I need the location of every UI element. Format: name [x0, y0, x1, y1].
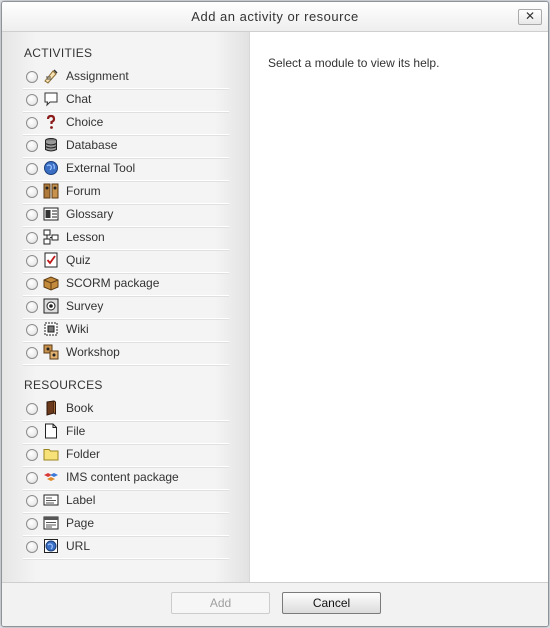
- activities-heading: ACTIVITIES: [24, 46, 93, 60]
- ims-content-package-icon: [43, 469, 59, 485]
- radio-button[interactable]: [26, 301, 38, 313]
- forum-icon: [43, 183, 59, 199]
- choice-icon: [43, 114, 59, 130]
- radio-button[interactable]: [26, 541, 38, 553]
- radio-button[interactable]: [26, 232, 38, 244]
- option-label: Wiki: [66, 322, 89, 336]
- help-pane: Select a module to view its help.: [250, 32, 548, 582]
- option-label: Book: [66, 401, 94, 415]
- radio-button[interactable]: [26, 163, 38, 175]
- add-button[interactable]: Add: [171, 592, 270, 614]
- option-wiki[interactable]: Wiki: [23, 319, 229, 342]
- database-icon: [43, 137, 59, 153]
- option-choice[interactable]: Choice: [23, 112, 229, 135]
- module-options-panel: ACTIVITIES Assignment Chat Choice Databa…: [2, 32, 250, 582]
- add-activity-dialog: Add an activity or resource ✕ ACTIVITIES…: [1, 1, 549, 627]
- option-folder[interactable]: Folder: [23, 444, 229, 467]
- option-survey[interactable]: Survey: [23, 296, 229, 319]
- option-page[interactable]: Page: [23, 513, 229, 536]
- radio-button[interactable]: [26, 255, 38, 267]
- radio-button[interactable]: [26, 518, 38, 530]
- option-label: Lesson: [66, 230, 105, 244]
- radio-button[interactable]: [26, 71, 38, 83]
- scorm-package-icon: [43, 275, 59, 291]
- option-label: IMS content package: [66, 470, 179, 484]
- option-label: Quiz: [66, 253, 91, 267]
- radio-button[interactable]: [26, 209, 38, 221]
- option-label: Assignment: [66, 69, 129, 83]
- radio-button[interactable]: [26, 94, 38, 106]
- assignment-icon: [43, 68, 59, 84]
- option-label: URL: [66, 539, 91, 553]
- radio-button[interactable]: [26, 117, 38, 129]
- option-label: SCORM package: [66, 276, 160, 290]
- help-text: Select a module to view its help.: [268, 56, 440, 70]
- option-label: Folder: [66, 447, 101, 461]
- radio-button[interactable]: [26, 495, 38, 507]
- dialog-titlebar: Add an activity or resource ✕: [2, 2, 548, 32]
- option-url[interactable]: URL: [23, 536, 229, 559]
- option-label: Page: [66, 516, 95, 530]
- radio-button[interactable]: [26, 140, 38, 152]
- option-label: Survey: [66, 299, 104, 313]
- radio-button[interactable]: [26, 278, 38, 290]
- option-workshop[interactable]: Workshop: [23, 342, 229, 365]
- option-scorm-package[interactable]: SCORM package: [23, 273, 229, 296]
- option-quiz[interactable]: Quiz: [23, 250, 229, 273]
- resources-heading: RESOURCES: [24, 378, 103, 392]
- option-label-resource[interactable]: Label: [23, 490, 229, 513]
- chat-icon: [43, 91, 59, 107]
- option-lesson[interactable]: Lesson: [23, 227, 229, 250]
- url-icon: [43, 538, 59, 554]
- option-chat[interactable]: Chat: [23, 89, 229, 112]
- close-button[interactable]: ✕: [518, 9, 542, 25]
- radio-button[interactable]: [26, 403, 38, 415]
- radio-button[interactable]: [26, 472, 38, 484]
- radio-button[interactable]: [26, 186, 38, 198]
- dialog-title: Add an activity or resource: [191, 9, 359, 24]
- option-label: Workshop: [66, 345, 120, 359]
- option-external-tool[interactable]: External Tool: [23, 158, 229, 181]
- glossary-icon: [43, 206, 59, 222]
- cancel-button[interactable]: Cancel: [282, 592, 381, 614]
- workshop-icon: [43, 344, 59, 360]
- dialog-footer: Add Cancel: [2, 582, 548, 626]
- option-label: Glossary: [66, 207, 114, 221]
- option-database[interactable]: Database: [23, 135, 229, 158]
- radio-button[interactable]: [26, 347, 38, 359]
- option-assignment[interactable]: Assignment: [23, 66, 229, 89]
- option-label: Choice: [66, 115, 104, 129]
- option-glossary[interactable]: Glossary: [23, 204, 229, 227]
- book-icon: [43, 400, 59, 416]
- external-tool-icon: [43, 160, 59, 176]
- quiz-icon: [43, 252, 59, 268]
- lesson-icon: [43, 229, 59, 245]
- page-icon: [43, 515, 59, 531]
- radio-button[interactable]: [26, 324, 38, 336]
- option-book[interactable]: Book: [23, 398, 229, 421]
- label-icon: [43, 492, 59, 508]
- option-label: Database: [66, 138, 118, 152]
- option-label: File: [66, 424, 86, 438]
- option-forum[interactable]: Forum: [23, 181, 229, 204]
- radio-button[interactable]: [26, 426, 38, 438]
- radio-button[interactable]: [26, 449, 38, 461]
- folder-icon: [43, 446, 59, 462]
- survey-icon: [43, 298, 59, 314]
- option-ims-content-package[interactable]: IMS content package: [23, 467, 229, 490]
- option-label: Forum: [66, 184, 101, 198]
- file-icon: [43, 423, 59, 439]
- option-label: Chat: [66, 92, 92, 106]
- option-label: External Tool: [66, 161, 136, 175]
- option-file[interactable]: File: [23, 421, 229, 444]
- wiki-icon: [43, 321, 59, 337]
- option-label: Label: [66, 493, 96, 507]
